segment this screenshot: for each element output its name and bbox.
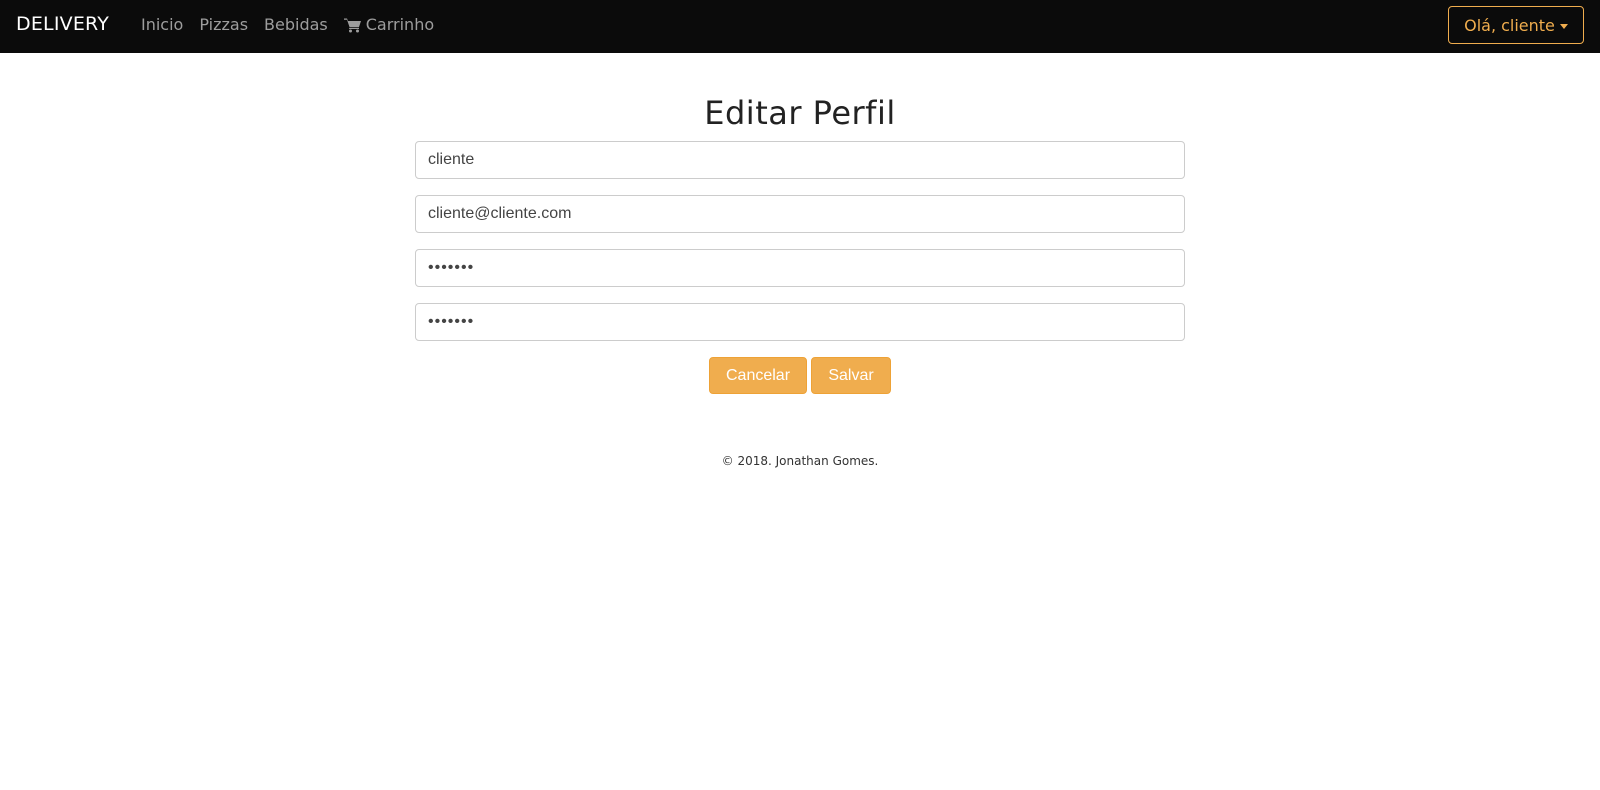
page-title: Editar Perfil xyxy=(704,94,896,132)
nav-links: Inicio Pizzas Bebidas Carrinho xyxy=(141,15,450,34)
nav-link-inicio[interactable]: Inicio xyxy=(141,15,183,34)
nav-link-pizzas[interactable]: Pizzas xyxy=(199,15,248,34)
chevron-down-icon xyxy=(1559,23,1568,29)
nav-link-bebidas[interactable]: Bebidas xyxy=(264,15,328,34)
footer-copyright: © 2018. Jonathan Gomes. xyxy=(721,454,879,468)
password-field[interactable] xyxy=(415,249,1185,287)
cancel-button[interactable]: Cancelar xyxy=(709,357,807,394)
confirm-password-field[interactable] xyxy=(415,303,1185,341)
user-menu-label: Olá, cliente xyxy=(1464,15,1555,35)
save-button[interactable]: Salvar xyxy=(811,357,891,394)
cart-icon xyxy=(343,18,361,32)
email-field[interactable] xyxy=(415,195,1185,233)
brand-link[interactable]: DELIVERY xyxy=(16,13,109,35)
nav-link-carrinho[interactable]: Carrinho xyxy=(343,15,435,34)
name-field[interactable] xyxy=(415,141,1185,179)
nav-link-carrinho-label: Carrinho xyxy=(365,15,435,34)
top-navbar: DELIVERY Inicio Pizzas Bebidas Carrinho … xyxy=(0,0,1600,53)
user-menu-button[interactable]: Olá, cliente xyxy=(1448,6,1584,44)
